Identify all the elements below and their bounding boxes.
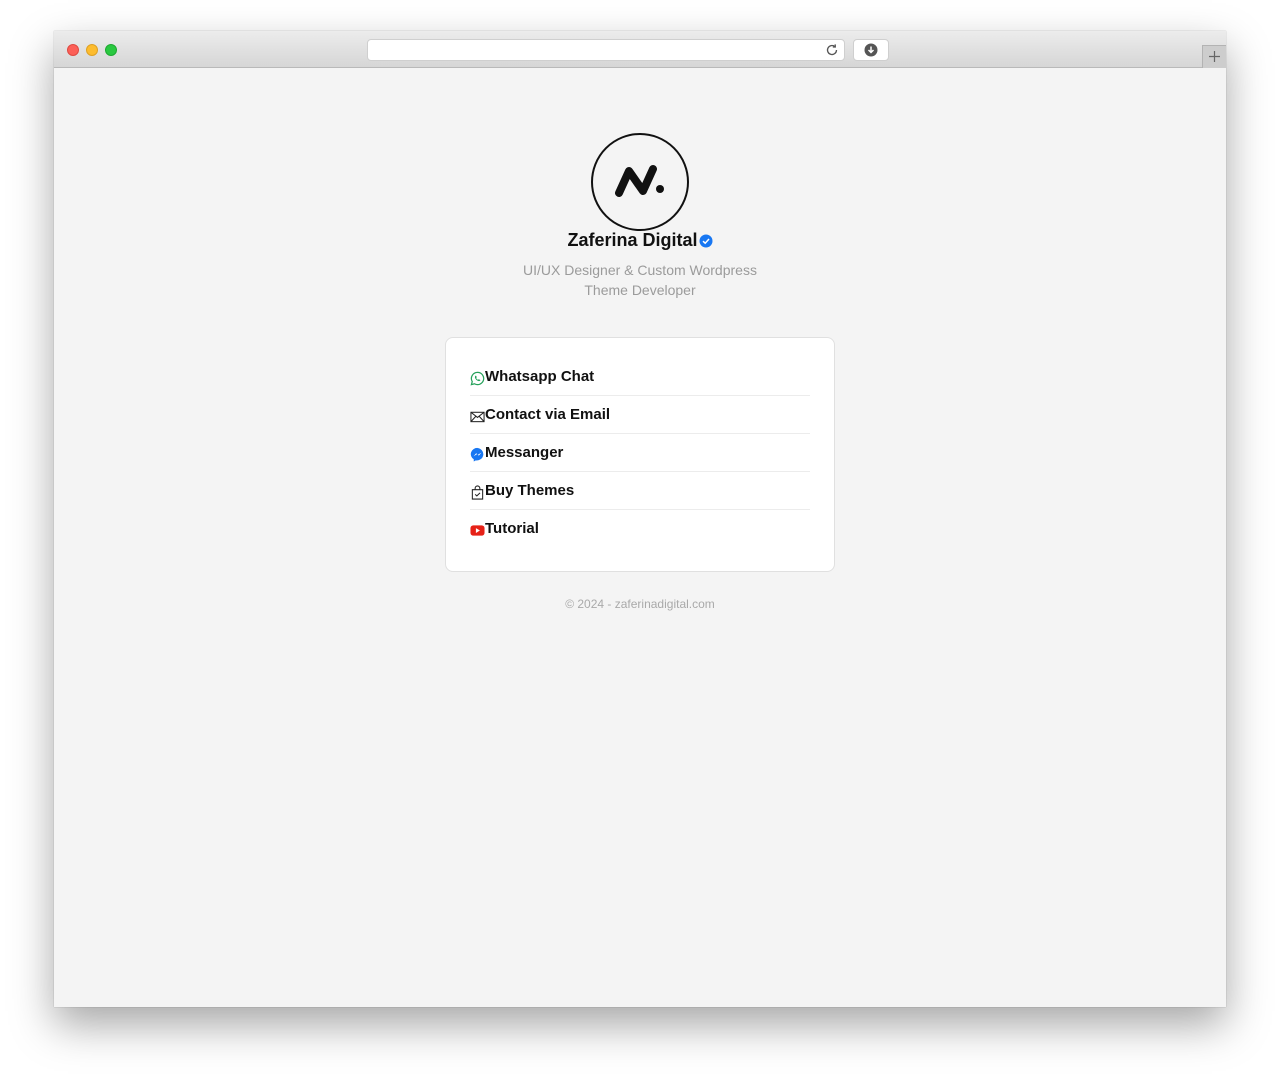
link-label: Tutorial xyxy=(485,520,539,537)
browser-window: Zaferina Digital UI/UX Designer & Custom… xyxy=(54,31,1226,1007)
profile-name-row: Zaferina Digital xyxy=(54,230,1226,251)
messenger-icon xyxy=(470,447,484,462)
minimize-window-button[interactable] xyxy=(86,44,98,56)
envelope-icon xyxy=(470,411,485,423)
plus-icon xyxy=(1209,51,1220,62)
download-button[interactable] xyxy=(853,39,889,61)
link-label: Messanger xyxy=(485,444,564,461)
messenger-link[interactable]: Messanger xyxy=(470,434,810,472)
whatsapp-icon xyxy=(470,371,485,386)
link-label: Whatsapp Chat xyxy=(485,368,595,385)
bio-line-2: Theme Developer xyxy=(584,282,696,298)
buy-themes-link[interactable]: Buy Themes xyxy=(470,472,810,510)
new-tab-button[interactable] xyxy=(1202,45,1226,68)
brand-logo-icon xyxy=(615,165,664,197)
maximize-window-button[interactable] xyxy=(105,44,117,56)
footer-copyright: © 2024 - zaferinadigital.com xyxy=(565,597,715,611)
tutorial-link[interactable]: Tutorial xyxy=(470,510,810,547)
browser-titlebar xyxy=(54,31,1226,68)
link-list: Whatsapp Chat Contact via Email Messange… xyxy=(470,358,810,547)
verified-badge-icon xyxy=(699,234,713,248)
profile-name: Zaferina Digital xyxy=(567,230,698,250)
link-label: Contact via Email xyxy=(485,406,611,423)
bio-line-1: UI/UX Designer & Custom Wordpress xyxy=(523,262,757,278)
download-icon xyxy=(864,43,878,57)
contact-email-link[interactable]: Contact via Email xyxy=(470,396,810,434)
close-window-button[interactable] xyxy=(67,44,79,56)
profile-bio: UI/UX Designer & Custom Wordpress Theme … xyxy=(490,260,790,300)
youtube-icon xyxy=(470,525,485,536)
avatar xyxy=(591,133,689,231)
reload-icon[interactable] xyxy=(824,42,840,58)
whatsapp-chat-link[interactable]: Whatsapp Chat xyxy=(470,358,810,396)
address-bar[interactable] xyxy=(367,39,845,61)
links-card: Whatsapp Chat Contact via Email Messange… xyxy=(445,337,835,572)
shopping-bag-icon xyxy=(471,485,484,500)
link-label: Buy Themes xyxy=(485,482,575,499)
